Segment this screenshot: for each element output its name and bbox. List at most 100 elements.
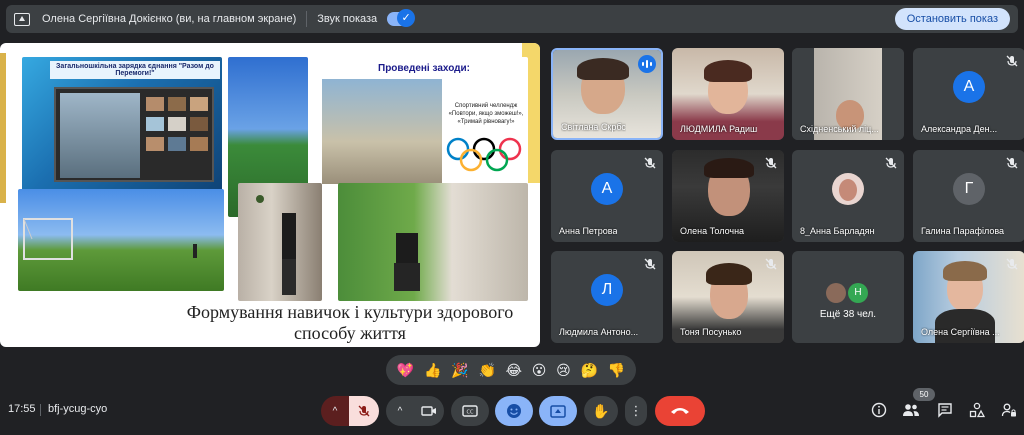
avatar: А: [591, 172, 623, 205]
more-vertical-icon: ⋮: [629, 403, 643, 418]
people-button[interactable]: [902, 402, 920, 420]
activities-button[interactable]: [968, 402, 986, 420]
slide-photo-wall-ball: [238, 183, 322, 301]
meeting-code: bfj-ycug-cyo: [48, 403, 108, 415]
camera-toggle-button[interactable]: [414, 396, 444, 426]
clock: 17:55: [8, 403, 36, 415]
participant-name: Галина Парафілова: [921, 226, 1005, 236]
participant-name: ЛЮДМИЛА Радиш: [680, 124, 758, 134]
reaction-thumbs-down[interactable]: 👎: [608, 363, 625, 377]
reaction-thumbs-up[interactable]: 👍: [424, 363, 441, 377]
more-participants-label: Ещё 38 чел.: [819, 309, 877, 320]
participant-tile-halyna[interactable]: Г Галина Парафілова: [913, 150, 1024, 242]
captions-button[interactable]: CC: [451, 396, 489, 426]
reaction-heart[interactable]: 💖: [397, 363, 414, 377]
audio-options-button[interactable]: ^: [321, 396, 349, 426]
avatar: Г: [953, 172, 985, 205]
hand-icon: ✋: [592, 402, 610, 419]
more-options-button[interactable]: ⋮: [625, 396, 647, 426]
speaking-indicator-icon: [638, 55, 656, 73]
slide-panel-title: Загальношкільна зарядка єднання "Разом д…: [50, 61, 220, 79]
people-icon: [903, 404, 919, 416]
leave-call-button[interactable]: [655, 396, 705, 426]
participant-name: Східненський ліц...: [800, 124, 879, 134]
present-now-button[interactable]: [539, 396, 577, 426]
mic-off-icon: [643, 156, 657, 170]
participant-tile-skhidnenskyi[interactable]: Східненський ліц...: [792, 48, 904, 140]
chevron-up-icon: ^: [397, 405, 403, 417]
olympic-rings-icon: [446, 137, 522, 172]
participant-name: Олена Сергіївна ...: [921, 327, 1000, 337]
participant-tile-lyudmila[interactable]: ЛЮДМИЛА Радиш: [672, 48, 784, 140]
mic-off-icon: [1005, 156, 1019, 170]
participant-tile-svitlana[interactable]: Світлана Скрбс: [551, 48, 663, 140]
mic-off-icon: [1005, 54, 1019, 68]
mic-off-icon: [764, 156, 778, 170]
video-options-button[interactable]: ^: [386, 396, 414, 426]
avatar: [826, 283, 846, 303]
present-screen-icon: [14, 12, 30, 26]
divider: [40, 404, 41, 416]
svg-text:CC: CC: [467, 410, 474, 416]
participant-tile-olena-tolochna[interactable]: Олена Толочна: [672, 150, 784, 242]
info-icon: [871, 402, 887, 418]
slide-photo-volleyball: [338, 183, 528, 301]
events-title: Проведені заходи:: [378, 63, 471, 74]
presenting-bar: Олена Сергіївна Докієнко (ви, на главном…: [6, 5, 1018, 33]
slide-accent: [0, 53, 6, 203]
sound-toggle[interactable]: [387, 9, 416, 27]
participant-tile-anna-barladyan[interactable]: 8_Анна Барладян: [792, 150, 904, 242]
emoji-icon: [507, 404, 521, 418]
slide-photo-challenge: [322, 79, 442, 184]
participant-tile-tonya[interactable]: Тоня Посунько: [672, 251, 784, 343]
slide-screen-image: [54, 87, 214, 182]
host-controls-button[interactable]: [1000, 402, 1018, 420]
participant-name: Олена Толочна: [680, 226, 745, 236]
chat-button[interactable]: [936, 402, 954, 420]
reactions-button[interactable]: [495, 396, 533, 426]
reaction-thinking[interactable]: 🤔: [580, 363, 597, 377]
participant-tile-aleksandra[interactable]: А Александра Ден...: [913, 48, 1024, 140]
hang-up-icon: [671, 408, 689, 414]
meeting-details-button[interactable]: [870, 402, 888, 420]
participant-tile-lyudmila-antono[interactable]: Л Людмила Антоно...: [551, 251, 663, 343]
sound-label: Звук показа: [317, 13, 378, 25]
activities-icon: [969, 402, 986, 418]
presentation-slide: Загальношкільна зарядка єднання "Разом д…: [0, 43, 540, 347]
avatar: А: [953, 70, 985, 103]
chevron-up-icon: ^: [332, 405, 338, 417]
reactions-bar: 💖 👍 🎉 👏 😂 😮 😢 🤔 👎: [386, 355, 636, 385]
stop-presenting-button[interactable]: Остановить показ: [894, 8, 1010, 30]
reaction-sad[interactable]: 😢: [556, 363, 571, 377]
camera-icon: [421, 406, 436, 416]
mic-off-icon: [764, 257, 778, 271]
participants-count-badge: 50: [913, 388, 935, 401]
reaction-party[interactable]: 🎉: [451, 363, 468, 377]
participant-tile-anna-petrova[interactable]: А Анна Петрова: [551, 150, 663, 242]
participant-name: Александра Ден...: [921, 124, 998, 134]
mic-off-icon: [884, 156, 898, 170]
reaction-surprised[interactable]: 😮: [532, 363, 547, 377]
microphone-toggle-button[interactable]: [349, 396, 379, 426]
presenter-name: Олена Сергіївна Докієнко (ви, на главном…: [42, 13, 297, 25]
mic-off-icon: [1005, 257, 1019, 271]
avatar: Л: [591, 273, 623, 306]
participant-name: Людмила Антоно...: [559, 327, 639, 337]
mic-off-icon: [643, 257, 657, 271]
reaction-laugh[interactable]: 😂: [506, 363, 522, 377]
participant-tile-olena-serhiivna[interactable]: Олена Сергіївна ...: [913, 251, 1024, 343]
reaction-clap[interactable]: 👏: [478, 363, 495, 377]
participant-name: 8_Анна Барладян: [800, 226, 875, 236]
lock-person-icon: [1001, 403, 1016, 417]
participant-name: Світлана Скрбс: [561, 122, 626, 132]
more-participants-tile[interactable]: Н Ещё 38 чел.: [792, 251, 904, 343]
divider: [306, 11, 308, 27]
mic-off-icon: [358, 405, 370, 417]
slide-caption: Формування навичок і культури здорового …: [186, 302, 514, 343]
participant-name: Тоня Посунько: [680, 327, 742, 337]
avatar: Н: [848, 283, 868, 303]
raise-hand-button[interactable]: ✋: [584, 396, 618, 426]
chat-icon: [938, 403, 952, 418]
slide-photo-football: [18, 189, 224, 291]
events-text: Спортивний челлендж «Повтори, якщо зможе…: [448, 103, 524, 125]
